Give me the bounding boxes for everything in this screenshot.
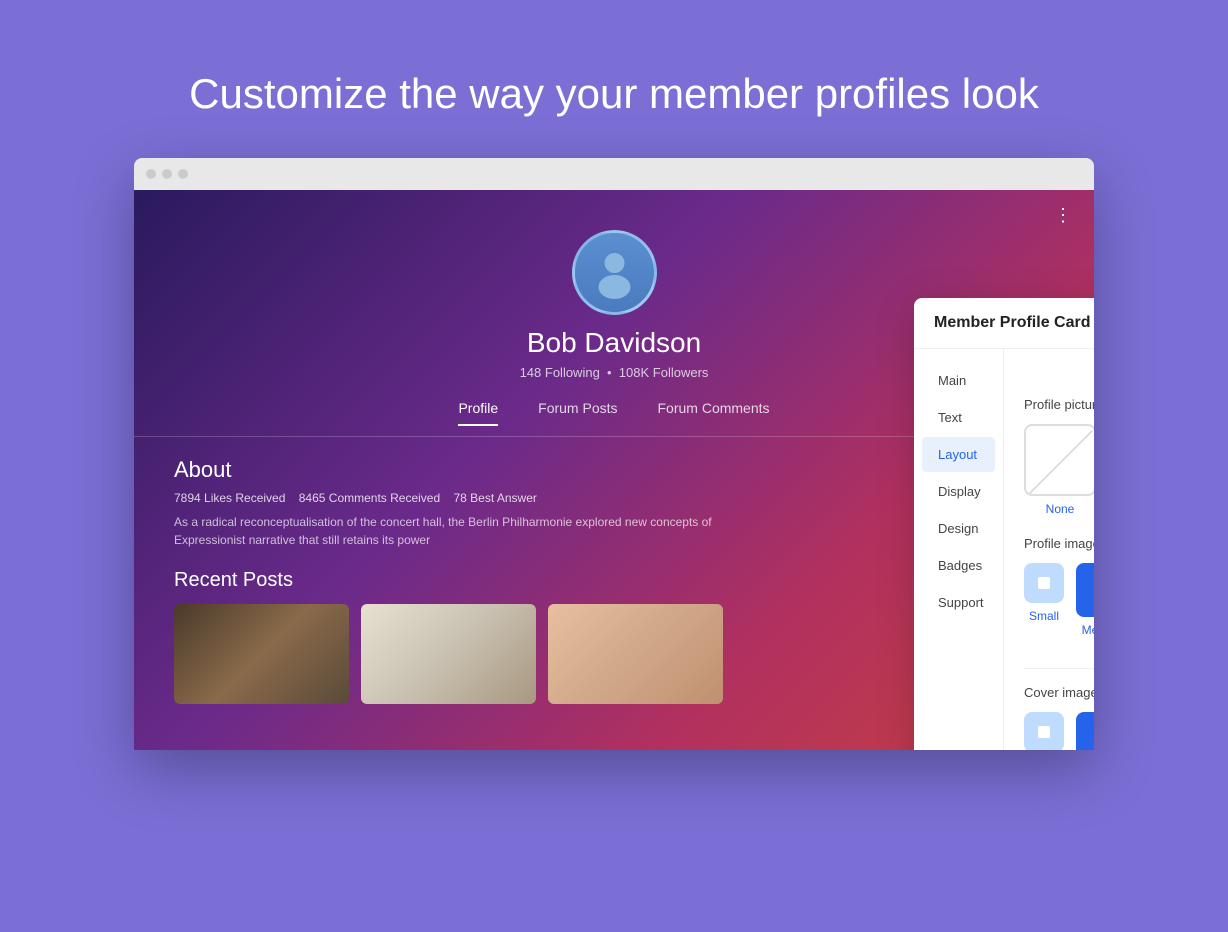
sidebar-item-badges[interactable]: Badges [922, 548, 995, 583]
sidebar-item-layout[interactable]: Layout [922, 437, 995, 472]
image-size-label: Profile image size [1024, 536, 1094, 551]
size-small-inner [1038, 577, 1050, 589]
avatar-image [575, 233, 654, 312]
cover-size-option-small[interactable]: Small [1024, 712, 1064, 750]
cover-size-option-medium[interactable]: Medium [1076, 712, 1094, 750]
image-size-options: Small Medium Large [1024, 563, 1094, 648]
avatar [572, 230, 657, 315]
browser-titlebar [134, 158, 1094, 190]
tab-forum-posts[interactable]: Forum Posts [538, 400, 617, 426]
panel-sidebar: Main Text Layout Display Design Badges S… [914, 349, 1004, 750]
panel-header: Member Profile Card ? × [914, 298, 1094, 349]
panel-content: Layout Options Profile picture layout No… [1004, 349, 1094, 750]
sidebar-item-support[interactable]: Support [922, 585, 995, 620]
page-title: Customize the way your member profiles l… [189, 70, 1039, 118]
size-option-medium[interactable]: Medium [1076, 563, 1094, 648]
cover-size-medium-box [1076, 712, 1094, 750]
best-answer-stat: 78 Best Answer [454, 491, 537, 505]
layout-options-title: Layout Options [1024, 365, 1094, 381]
browser-dot-green [178, 169, 188, 179]
sidebar-item-main[interactable]: Main [922, 363, 995, 398]
cover-size-small-box [1024, 712, 1064, 750]
size-medium-label: Medium [1082, 623, 1094, 637]
post-thumbnail-3 [548, 604, 723, 704]
layout-option-none[interactable]: None [1024, 424, 1094, 516]
profile-follow-stats: 148 Following • 108K Followers [520, 365, 709, 380]
panel-body: Main Text Layout Display Design Badges S… [914, 349, 1094, 750]
layout-none-label: None [1046, 502, 1075, 516]
none-diagonal [1024, 430, 1093, 496]
comments-stat: 8465 Comments Received [299, 491, 440, 505]
settings-panel: Member Profile Card ? × Main Text Layout… [914, 298, 1094, 750]
sidebar-item-text[interactable]: Text [922, 400, 995, 435]
browser-dot-red [146, 169, 156, 179]
size-small-box [1024, 563, 1064, 603]
picture-layout-options: None [1024, 424, 1094, 516]
more-options-button[interactable]: ⋮ [1054, 205, 1074, 226]
browser-dot-yellow [162, 169, 172, 179]
browser-content: ⋮ Bob Davidson 148 Following • 108K Foll… [134, 190, 1094, 750]
sidebar-item-display[interactable]: Display [922, 474, 995, 509]
picture-layout-label: Profile picture layout [1024, 397, 1094, 412]
browser-window: ⋮ Bob Davidson 148 Following • 108K Foll… [134, 158, 1094, 750]
panel-title: Member Profile Card [934, 314, 1090, 332]
likes-stat: 7894 Likes Received [174, 491, 285, 505]
about-bio: As a radical reconceptualisation of the … [174, 513, 754, 549]
post-thumbnail-2 [361, 604, 536, 704]
cover-size-label: Cover image size [1024, 685, 1094, 700]
divider-1 [1024, 668, 1094, 669]
sidebar-item-design[interactable]: Design [922, 511, 995, 546]
size-medium-box [1076, 563, 1094, 617]
profile-name: Bob Davidson [527, 327, 701, 359]
size-option-small[interactable]: Small [1024, 563, 1064, 648]
tab-profile[interactable]: Profile [458, 400, 498, 426]
tab-forum-comments[interactable]: Forum Comments [658, 400, 770, 426]
cover-size-options: Small Medium Large [1024, 712, 1094, 750]
size-small-label: Small [1029, 609, 1059, 623]
cover-size-small-inner [1038, 726, 1050, 738]
post-thumbnail-1 [174, 604, 349, 704]
layout-none-box [1024, 424, 1094, 496]
